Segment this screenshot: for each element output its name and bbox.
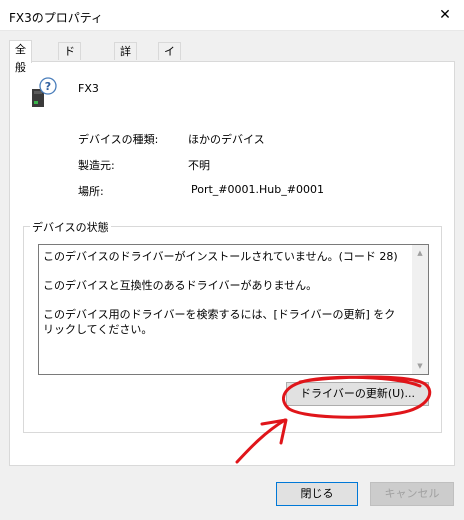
- manufacturer-value: 不明: [188, 159, 210, 172]
- device-type-value: ほかのデバイス: [188, 133, 265, 146]
- device-status-text: このデバイスのドライバーがインストールされていません。(コード 28) このデバ…: [43, 249, 405, 351]
- svg-text:?: ?: [45, 80, 51, 93]
- scroll-down-icon[interactable]: ▼: [416, 362, 424, 370]
- status-scrollbar[interactable]: ▲ ▼: [412, 245, 428, 374]
- scroll-up-icon[interactable]: ▲: [416, 249, 424, 257]
- device-status-group: デバイスの状態 このデバイスのドライバーがインストールされていません。(コード …: [23, 219, 442, 433]
- location-label: 場所:: [78, 185, 104, 198]
- title-bar: FX3のプロパティ ✕: [0, 0, 464, 31]
- tab-driver[interactable]: ドライバー: [58, 42, 81, 130]
- status-line: このデバイスのドライバーがインストールされていません。(コード 28): [43, 250, 398, 263]
- manufacturer-label: 製造元:: [78, 159, 115, 172]
- update-driver-button[interactable]: ドライバーの更新(U)...: [286, 382, 429, 406]
- cancel-button[interactable]: キャンセル: [370, 482, 454, 506]
- device-name: FX3: [78, 82, 99, 95]
- window-title: FX3のプロパティ: [9, 11, 104, 25]
- tab-details[interactable]: 詳細: [114, 42, 137, 76]
- device-status-textbox[interactable]: このデバイスのドライバーがインストールされていません。(コード 28) このデバ…: [38, 244, 429, 375]
- close-icon[interactable]: ✕: [436, 6, 454, 24]
- tab-events[interactable]: イベント: [158, 42, 181, 112]
- unknown-device-icon: ?: [32, 77, 57, 107]
- device-status-title: デバイスの状態: [30, 219, 111, 235]
- status-line: このデバイス用のドライバーを検索するには、[ドライバーの更新] をクリックしてく…: [43, 308, 396, 336]
- close-button[interactable]: 閉じる: [276, 482, 358, 506]
- location-value: Port_#0001.Hub_#0001: [191, 183, 324, 196]
- status-line: このデバイスと互換性のあるドライバーがありません。: [43, 279, 318, 292]
- device-type-label: デバイスの種類:: [78, 133, 159, 146]
- tab-general[interactable]: 全般: [9, 40, 32, 74]
- general-panel: ? FX3 デバイスの種類: ほかのデバイス 製造元: 不明 場所: Port_…: [9, 61, 455, 466]
